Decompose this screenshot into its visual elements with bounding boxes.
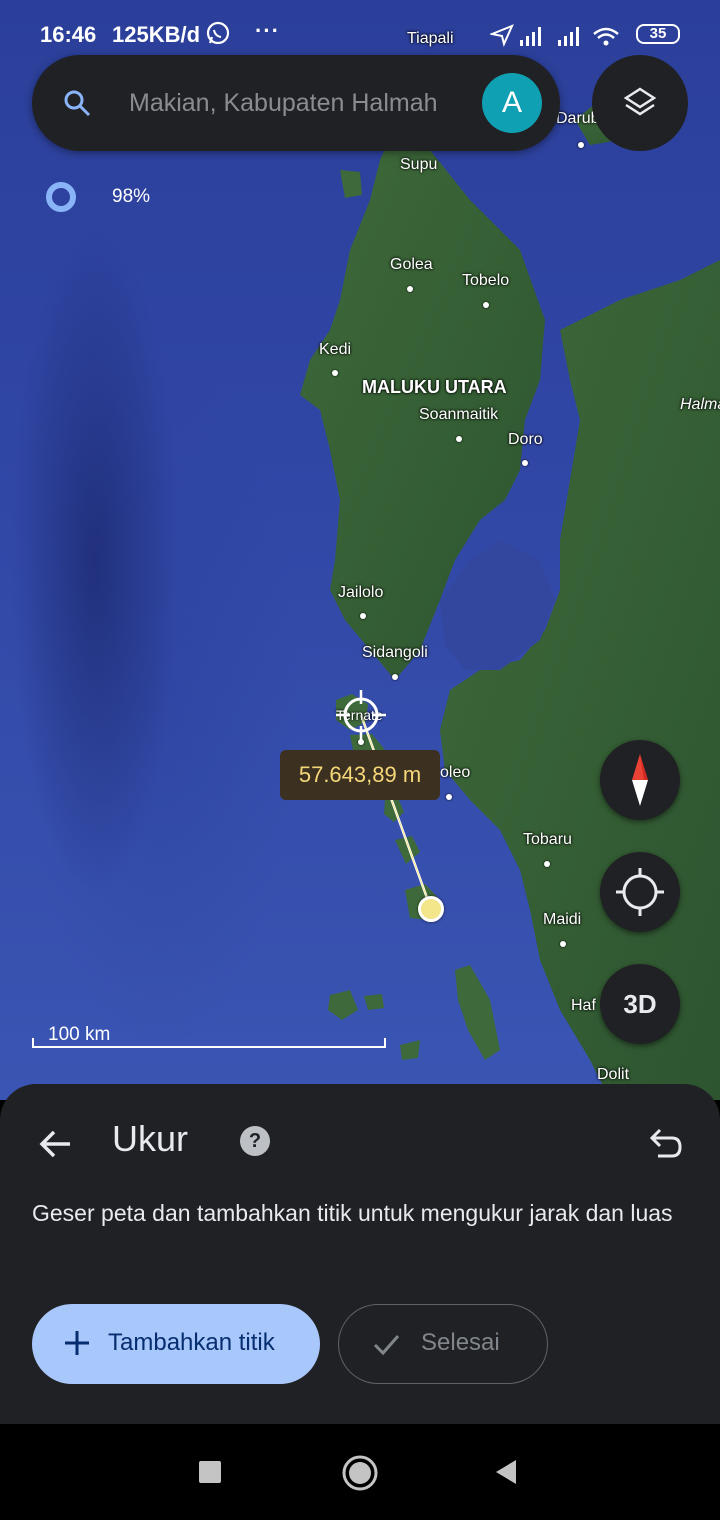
crosshair-icon xyxy=(336,690,386,740)
scale-line xyxy=(32,1046,386,1048)
place-label: Maidi xyxy=(543,911,582,928)
place-dot xyxy=(456,436,462,442)
plus-icon xyxy=(65,1331,89,1355)
island-small-1 xyxy=(328,990,358,1020)
recents-icon[interactable] xyxy=(198,1454,222,1490)
place-label: Haf xyxy=(571,997,596,1014)
undo-icon[interactable] xyxy=(644,1122,684,1162)
place-label: Dolit xyxy=(597,1066,630,1083)
place-label: Doro xyxy=(508,431,543,448)
scale-bar: 100 km xyxy=(32,1024,388,1050)
place-dot xyxy=(332,370,338,376)
place-dot xyxy=(544,861,550,867)
home-icon[interactable] xyxy=(341,1454,379,1492)
place-dot xyxy=(407,286,413,292)
island-small-2 xyxy=(364,994,384,1010)
instruction-text: Geser peta dan tambahkan titik untuk men… xyxy=(32,1200,673,1226)
place-label: Kedi xyxy=(319,341,352,358)
region-label: MALUKU UTARA xyxy=(362,377,507,397)
place-label: Supu xyxy=(400,156,438,173)
place-label: oleo xyxy=(440,764,471,781)
scale-tick-right xyxy=(384,1038,386,1048)
my-location-icon xyxy=(616,868,664,916)
scale-tick-left xyxy=(32,1038,34,1048)
loading-percent: 98% xyxy=(112,186,151,207)
place-dot xyxy=(360,613,366,619)
distance-label: 57.643,89 m xyxy=(280,750,440,800)
place-dot xyxy=(560,941,566,947)
place-dot xyxy=(392,674,398,680)
compass-button[interactable] xyxy=(600,740,680,820)
satellite-map[interactable]: Tiapali Darub Supu Golea Tobelo Kedi MAL… xyxy=(0,0,720,1100)
done-button[interactable]: Selesai xyxy=(338,1304,548,1384)
signal-wifi-icons xyxy=(490,24,619,48)
panel-title: Ukur xyxy=(112,1118,189,1159)
my-location-button[interactable] xyxy=(600,852,680,932)
place-label: Halma xyxy=(680,396,720,413)
overflow-icon: ··· xyxy=(255,18,280,43)
help-icon[interactable]: ? xyxy=(240,1126,270,1156)
layers-button[interactable] xyxy=(592,55,688,151)
place-dot xyxy=(522,460,528,466)
add-point-label: Tambahkan titik xyxy=(108,1329,275,1356)
status-time: 16:46 xyxy=(40,22,97,47)
place-label: Golea xyxy=(390,256,433,273)
island-moti xyxy=(395,836,420,864)
system-nav-bar xyxy=(0,1424,720,1520)
place-label: Jailolo xyxy=(338,584,384,601)
back-arrow-icon[interactable] xyxy=(36,1124,76,1164)
check-icon xyxy=(373,1335,400,1356)
search-input[interactable]: Makian, Kabupaten Halmah xyxy=(129,89,469,118)
place-dot xyxy=(578,142,584,148)
back-nav-icon[interactable] xyxy=(494,1454,518,1490)
add-point-button[interactable]: Tambahkan titik xyxy=(32,1304,320,1384)
battery-indicator: 35 xyxy=(636,24,680,44)
map-terrain xyxy=(300,95,720,1100)
search-bar[interactable]: Makian, Kabupaten Halmah A xyxy=(32,55,560,151)
3d-button[interactable]: 3D xyxy=(600,964,680,1044)
island-mare xyxy=(384,798,404,822)
loading-icon xyxy=(46,182,76,212)
compass-icon xyxy=(632,754,648,806)
island-supu xyxy=(340,170,362,198)
network-speed: 125KB/d xyxy=(112,22,201,47)
layers-icon xyxy=(623,87,657,116)
place-dot xyxy=(446,794,452,800)
place-label: Tobelo xyxy=(462,272,510,289)
place-label: Soanmaitik xyxy=(419,406,499,423)
measure-point[interactable] xyxy=(418,896,444,922)
whatsapp-icon xyxy=(206,21,230,45)
measure-panel: Ukur ? Geser peta dan tambahkan titik un… xyxy=(0,1084,720,1424)
island-small-3 xyxy=(400,1040,420,1060)
place-label: Sidangoli xyxy=(362,644,428,661)
done-label: Selesai xyxy=(421,1329,500,1356)
place-label: Tobaru xyxy=(523,831,572,848)
account-avatar[interactable]: A xyxy=(482,73,542,133)
scale-label: 100 km xyxy=(48,1024,111,1045)
place-dot xyxy=(483,302,489,308)
island-kayoa xyxy=(455,965,500,1060)
search-icon xyxy=(64,90,91,117)
